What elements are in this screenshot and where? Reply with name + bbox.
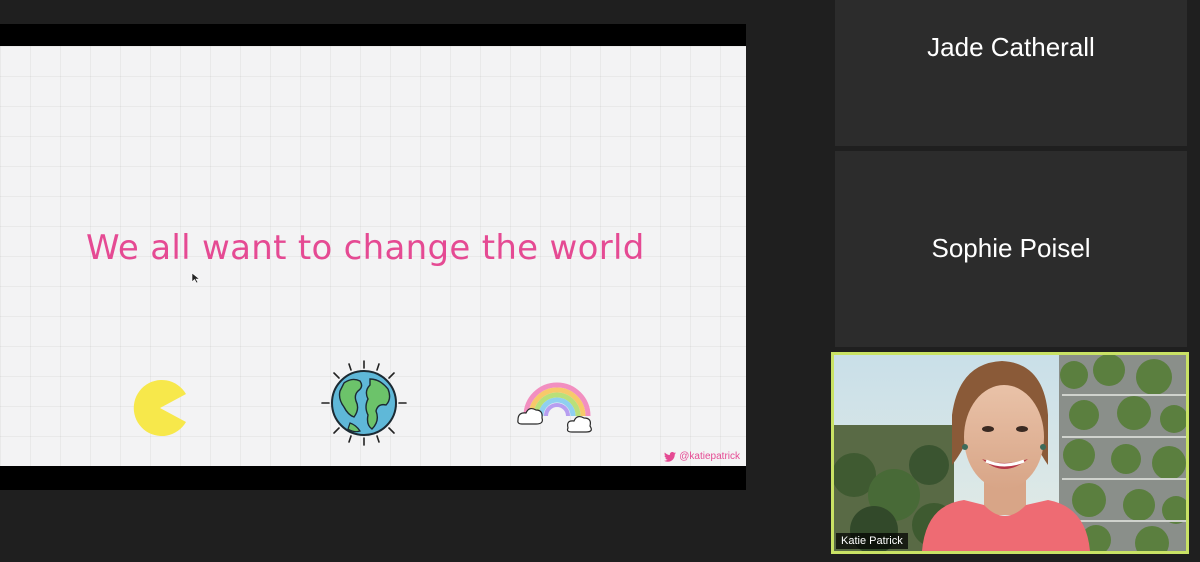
screen-share-area[interactable]: We all want to change the world @katiepa…: [0, 24, 746, 490]
twitter-handle-text: @katiepatrick: [679, 451, 740, 462]
meeting-window: We all want to change the world @katiepa…: [0, 0, 1200, 562]
rainbow-icon: [517, 382, 592, 433]
mouse-cursor-icon: [191, 272, 201, 284]
twitter-icon: [664, 451, 677, 462]
participant-tile-jade[interactable]: Jade Catherall: [835, 0, 1187, 146]
participant-name: Sophie Poisel: [931, 233, 1091, 263]
participant-name: Jade Catherall: [927, 32, 1095, 62]
participant-name-tag: Katie Patrick: [836, 533, 908, 549]
slide-title: We all want to change the world: [86, 228, 645, 268]
globe-icon: [321, 360, 407, 446]
speaker-video-feed: [834, 355, 1186, 551]
pacman-icon: [133, 380, 186, 436]
participant-tile-sophie[interactable]: Sophie Poisel: [835, 151, 1187, 347]
participant-video-katie[interactable]: Katie Patrick: [831, 352, 1189, 554]
twitter-handle: @katiepatrick: [664, 451, 740, 462]
presentation-slide: We all want to change the world @katiepa…: [0, 46, 746, 466]
